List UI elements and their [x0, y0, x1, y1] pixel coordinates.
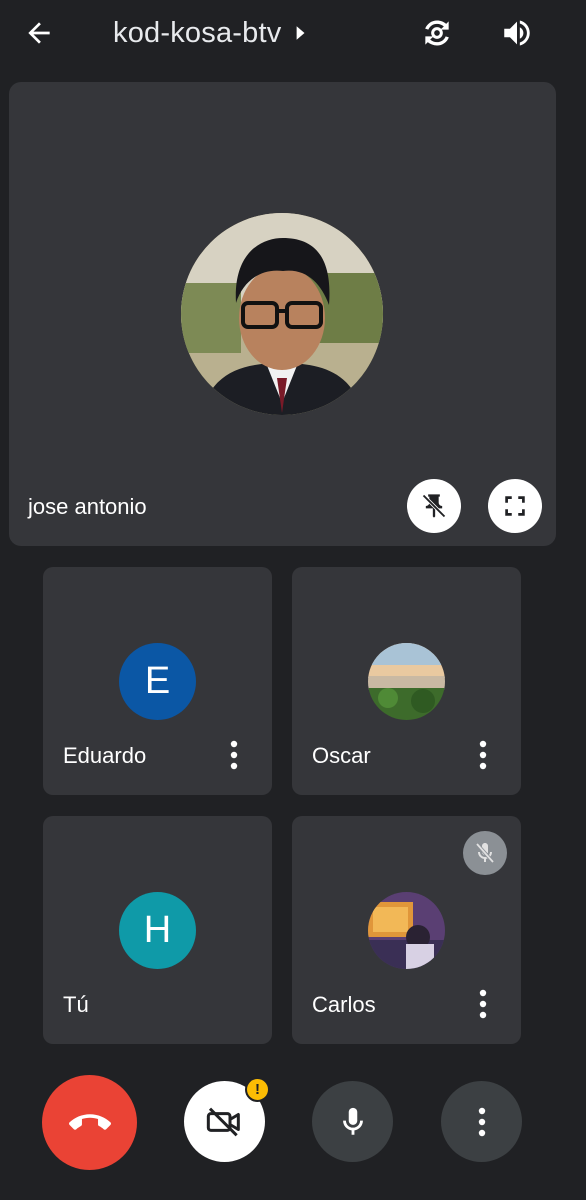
microphone-button[interactable]: [312, 1081, 393, 1162]
speaker-button[interactable]: [492, 8, 542, 58]
participant-name: Eduardo: [63, 743, 147, 768]
meeting-code: kod-kosa-btv: [113, 16, 282, 49]
meet-call-screen: kod-kosa-btv jose antonio E Eduardo Osca…: [0, 0, 586, 1200]
unpin-icon: [422, 494, 446, 518]
mic-off-icon: [475, 842, 495, 864]
anime-photo-illustration: [368, 892, 445, 969]
participant-avatar: [368, 892, 445, 969]
switch-camera-icon: [425, 20, 449, 46]
unpin-button[interactable]: [407, 479, 461, 533]
more-vert-icon: [479, 989, 487, 1019]
chevron-right-icon: [297, 26, 305, 40]
participant-name: Carlos: [312, 992, 376, 1017]
fullscreen-button[interactable]: [488, 479, 542, 533]
avatar-initial: H: [143, 909, 172, 951]
participant-tile-self[interactable]: H Tú: [43, 816, 272, 1044]
participant-tile-eduardo[interactable]: E Eduardo: [43, 567, 272, 795]
main-participant-tile[interactable]: jose antonio: [9, 82, 556, 546]
avatar-initial: E: [144, 660, 171, 702]
profile-photo-illustration: [181, 213, 383, 415]
camera-warning-badge: !: [245, 1077, 270, 1102]
participant-avatar: H: [119, 892, 196, 969]
participant-name: Tú: [63, 992, 89, 1017]
camera-off-icon: [206, 1107, 240, 1136]
main-participant-avatar: [181, 213, 383, 415]
landscape-photo-illustration: [368, 643, 445, 720]
arrow-left-icon: [28, 22, 50, 44]
participant-avatar: E: [119, 643, 196, 720]
participant-more-button[interactable]: [465, 737, 501, 773]
end-call-button[interactable]: [42, 1075, 137, 1170]
main-participant-name: jose antonio: [28, 494, 147, 519]
participant-avatar: [368, 643, 445, 720]
participant-tile-carlos[interactable]: Carlos: [292, 816, 521, 1044]
switch-camera-button[interactable]: [412, 8, 462, 58]
participant-more-button[interactable]: [465, 986, 501, 1022]
participant-tile-oscar[interactable]: Oscar: [292, 567, 521, 795]
more-options-button[interactable]: [441, 1081, 522, 1162]
end-call-icon: [68, 1113, 111, 1130]
more-vert-icon: [478, 1107, 485, 1136]
participant-more-button[interactable]: [216, 737, 252, 773]
microphone-icon: [342, 1107, 363, 1135]
participant-name: Oscar: [312, 743, 371, 768]
volume-icon: [504, 20, 530, 46]
more-vert-icon: [230, 740, 238, 770]
top-bar: kod-kosa-btv: [0, 0, 586, 66]
back-button[interactable]: [14, 8, 64, 58]
muted-badge: [463, 831, 507, 875]
more-vert-icon: [479, 740, 487, 770]
fullscreen-icon: [505, 496, 525, 516]
meeting-info-button[interactable]: kod-kosa-btv: [113, 12, 307, 54]
